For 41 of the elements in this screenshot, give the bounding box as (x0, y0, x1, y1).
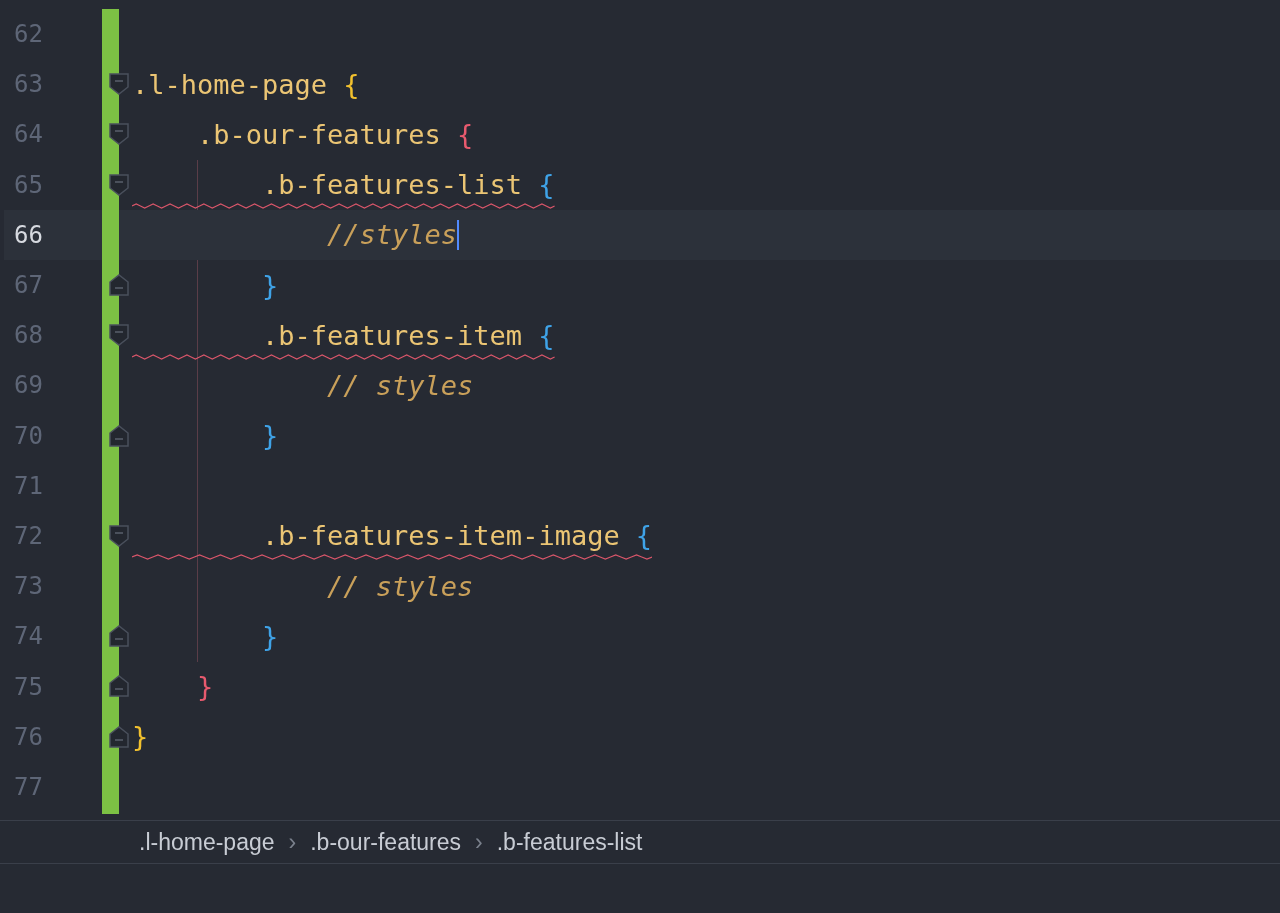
code-text: //styles (326, 219, 458, 251)
code-text: } (261, 420, 279, 452)
line-number: 63 (13, 70, 44, 99)
line-number: 74 (13, 622, 44, 651)
fold-end-icon[interactable] (109, 675, 129, 698)
breadcrumb-item[interactable]: .b-features-list (496, 828, 643, 856)
line-number: 69 (13, 371, 44, 400)
fold-icon[interactable] (109, 524, 129, 547)
code-text: .b-features-item-image { (261, 520, 653, 552)
breadcrumb-item[interactable]: .l-home-page (139, 828, 275, 856)
line-number: 75 (13, 672, 44, 701)
line-number: 73 (13, 572, 44, 601)
code-text: .b-our-features { (196, 118, 474, 150)
line-number: 62 (13, 20, 44, 49)
breadcrumb-separator: › (475, 828, 483, 856)
line-number: 70 (13, 421, 44, 450)
breadcrumb-separator: › (288, 828, 297, 856)
fold-icon[interactable] (109, 73, 129, 96)
line-number: 72 (13, 521, 44, 550)
code-text: } (261, 269, 279, 301)
line-number: 77 (13, 772, 44, 801)
line-number: 76 (13, 722, 44, 751)
breadcrumb-item[interactable]: .b-our-features (310, 828, 462, 856)
code-text: } (196, 671, 214, 703)
code-text: } (261, 620, 279, 652)
fold-icon[interactable] (109, 324, 129, 347)
code-text: .l-home-page { (132, 68, 360, 100)
fold-end-icon[interactable] (109, 625, 129, 648)
code-text: } (132, 721, 149, 753)
fold-icon[interactable] (109, 173, 129, 196)
line-number: 64 (13, 120, 44, 149)
code-text: // styles (326, 570, 474, 602)
line-number: 67 (13, 271, 44, 300)
code-text: // styles (326, 369, 474, 401)
line-number: 68 (13, 321, 44, 350)
line-number: 71 (13, 471, 44, 500)
code-text: .b-features-item { (261, 319, 555, 351)
line-number: 65 (13, 170, 44, 199)
fold-icon[interactable] (109, 123, 129, 146)
line-number: 66 (13, 220, 44, 249)
code-text: .b-features-list { (261, 169, 555, 201)
